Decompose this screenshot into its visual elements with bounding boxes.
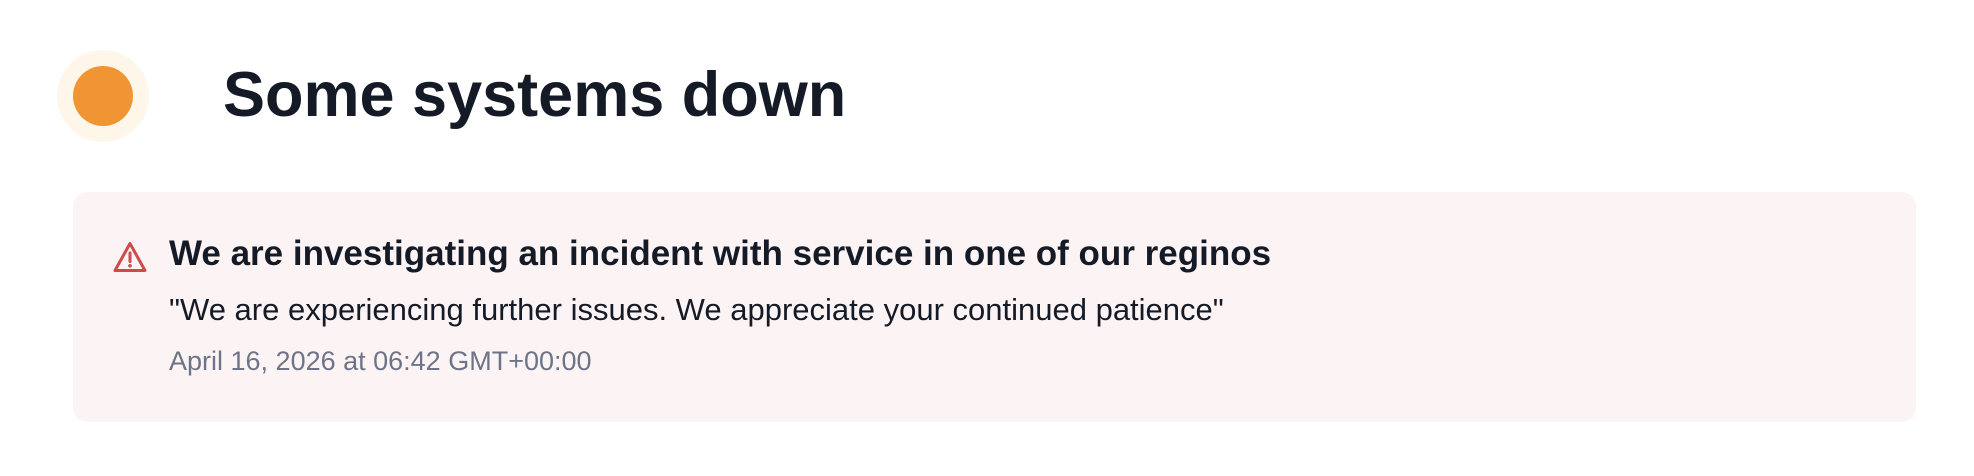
- incident-title: We are investigating an incident with se…: [169, 234, 1272, 273]
- incident-card: We are investigating an incident with se…: [73, 192, 1916, 422]
- status-title: Some systems down: [223, 60, 847, 130]
- status-header: Some systems down: [0, 0, 1974, 190]
- incident-timestamp: April 16, 2026 at 06:42 GMT+00:00: [169, 346, 592, 376]
- status-dot-icon: [73, 66, 133, 126]
- incident-message: "We are experiencing further issues. We …: [169, 292, 1224, 327]
- warning-triangle-icon: [112, 240, 148, 274]
- status-indicator: [57, 50, 149, 142]
